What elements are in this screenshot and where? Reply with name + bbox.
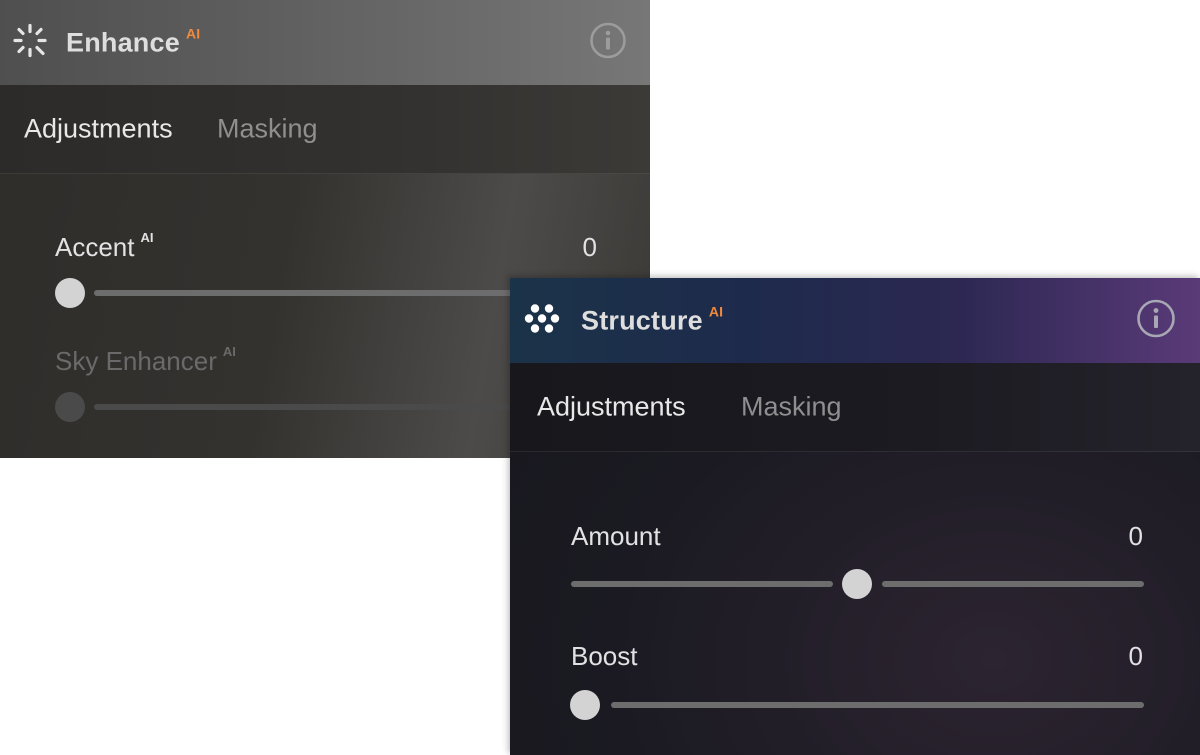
sky-enhancer-label-text: Sky Enhancer bbox=[55, 346, 217, 376]
sparkle-burst-icon bbox=[12, 22, 48, 63]
tab-masking[interactable]: Masking bbox=[217, 114, 318, 145]
structure-panel: Structure AI Adjustments Masking Amount 0… bbox=[510, 278, 1200, 755]
accent-value[interactable]: 0 bbox=[560, 232, 597, 263]
tab-masking[interactable]: Masking bbox=[741, 392, 842, 423]
ai-badge: AI bbox=[140, 230, 154, 245]
structure-title-text: Structure bbox=[581, 305, 703, 335]
info-circle-icon[interactable] bbox=[589, 21, 627, 64]
sky-enhancer-slider-thumb[interactable] bbox=[55, 392, 85, 422]
tab-adjustments[interactable]: Adjustments bbox=[24, 114, 173, 145]
dots-cluster-icon bbox=[524, 300, 560, 341]
ai-badge: AI bbox=[708, 303, 724, 319]
amount-slider-thumb[interactable] bbox=[842, 569, 872, 599]
enhance-title-text: Enhance bbox=[66, 27, 180, 57]
boost-slider-track[interactable] bbox=[611, 702, 1144, 708]
structure-adjustments-content: Amount 0 Boost 0 bbox=[510, 459, 1200, 755]
ai-badge: AI bbox=[185, 25, 201, 41]
structure-panel-title: Structure AI bbox=[581, 303, 724, 336]
ai-badge: AI bbox=[222, 344, 236, 359]
structure-panel-header[interactable]: Structure AI bbox=[510, 278, 1200, 363]
tab-adjustments[interactable]: Adjustments bbox=[537, 392, 686, 423]
enhance-panel-title: Enhance AI bbox=[66, 25, 201, 58]
amount-slider-track-right[interactable] bbox=[882, 581, 1144, 587]
boost-label: Boost bbox=[571, 641, 638, 671]
boost-slider-thumb[interactable] bbox=[570, 690, 600, 720]
structure-tabs: Adjustments Masking bbox=[510, 363, 1200, 452]
sky-enhancer-label: Sky Enhancer AI bbox=[55, 344, 236, 377]
info-circle-icon[interactable] bbox=[1136, 298, 1176, 343]
amount-label: Amount bbox=[571, 521, 661, 551]
accent-label-text: Accent bbox=[55, 232, 135, 262]
enhance-tabs: Adjustments Masking bbox=[0, 85, 650, 174]
boost-value[interactable]: 0 bbox=[1105, 641, 1143, 672]
accent-slider-thumb[interactable] bbox=[55, 278, 85, 308]
accent-label: Accent AI bbox=[55, 230, 154, 263]
amount-value[interactable]: 0 bbox=[1105, 521, 1143, 552]
enhance-panel-header[interactable]: Enhance AI bbox=[0, 0, 650, 85]
amount-slider-track-left[interactable] bbox=[571, 581, 833, 587]
